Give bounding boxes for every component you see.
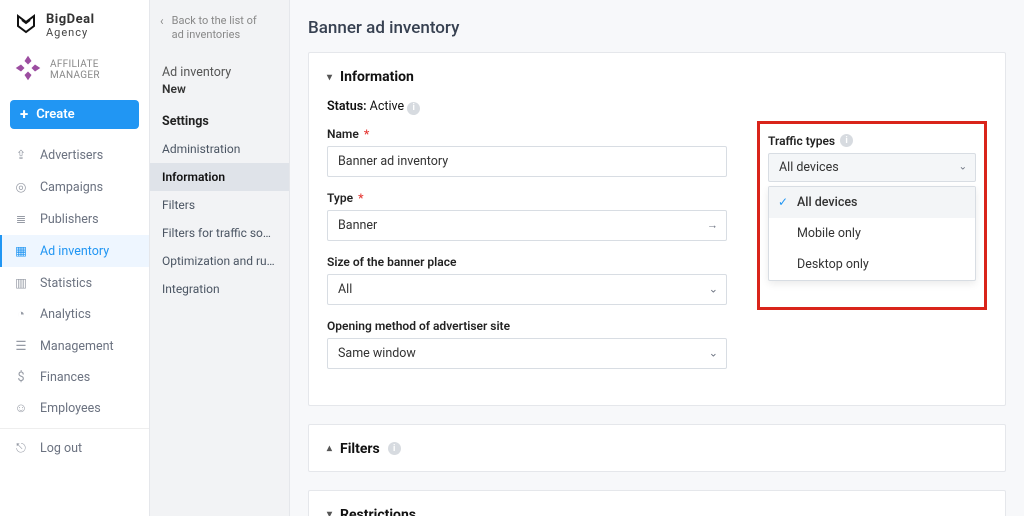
create-label: Create (36, 107, 74, 122)
required-icon: * (364, 127, 369, 141)
nav-statistics[interactable]: ▥Statistics (0, 267, 149, 299)
restrictions-card: ▾ Restrictions Do not rotate native prom… (308, 490, 1006, 516)
page-title: Banner ad inventory (308, 12, 1006, 52)
brand-line2: Agency (46, 27, 95, 39)
traffic-label: Traffic types i (768, 134, 976, 148)
user-role: AFFILIATE MANAGER (50, 59, 135, 81)
brand-text: BigDeal Agency (46, 13, 95, 38)
mid-sub: New (162, 82, 277, 96)
mid-title: Ad inventory (162, 65, 277, 80)
nav-logout[interactable]: ⎋Log out (0, 433, 149, 464)
nav-analytics[interactable]: ◔Analytics (0, 299, 149, 330)
status-row: Status: Active i (327, 99, 987, 115)
type-select[interactable]: Banner (327, 210, 727, 241)
collapse-icon: ▾ (327, 72, 332, 83)
required-icon: * (358, 191, 363, 205)
mid-section-title: Settings (150, 98, 289, 135)
info-icon[interactable]: i (840, 134, 853, 147)
status-value: Active (370, 99, 404, 114)
settings-filters[interactable]: Filters (150, 191, 289, 219)
nav-management[interactable]: ☰Management (0, 330, 149, 362)
back-link[interactable]: ‹ Back to the list ofad inventories (150, 6, 289, 57)
size-select[interactable]: All (327, 274, 727, 305)
sidebar-left: BigDeal Agency AFFILIATE MANAGER + Creat… (0, 0, 150, 516)
nav-finances[interactable]: $Finances (0, 362, 149, 393)
settings-integration[interactable]: Integration (150, 275, 289, 303)
pie-icon: ◔ (14, 307, 28, 322)
target-icon: ◎ (14, 179, 28, 195)
brand: BigDeal Agency (0, 0, 149, 50)
settings-administration[interactable]: Administration (150, 135, 289, 163)
bars-icon: ▥ (14, 275, 28, 291)
right-fields: Traffic types i All devices ⌄ ✓ All devi… (757, 127, 987, 310)
people-icon: ☺ (14, 401, 28, 416)
plus-icon: + (20, 107, 28, 122)
chevron-left-icon: ‹ (160, 14, 164, 43)
layers-icon: ≣ (14, 211, 28, 227)
nav-advertisers[interactable]: ⇪Advertisers (0, 139, 149, 171)
field-type: Type * Banner → (327, 191, 727, 241)
primary-nav: ⇪Advertisers ◎Campaigns ≣Publishers ▦Ad … (0, 139, 149, 464)
left-fields: Name * Type * Banner → (327, 127, 727, 383)
field-size: Size of the banner place All ⌄ (327, 255, 727, 305)
field-name: Name * (327, 127, 727, 177)
name-input[interactable] (327, 146, 727, 177)
settings-optimization[interactable]: Optimization and rules (150, 247, 289, 275)
collapse-icon: ▸ (324, 446, 335, 451)
nav-campaigns[interactable]: ◎Campaigns (0, 171, 149, 203)
information-heading[interactable]: ▾ Information (327, 69, 987, 85)
mid-heading: Ad inventory New (150, 57, 289, 98)
settings-information[interactable]: Information (150, 163, 289, 191)
restrictions-heading[interactable]: ▾ Restrictions (327, 507, 987, 516)
chevron-down-icon: ⌄ (959, 162, 967, 173)
upload-icon: ⇪ (14, 147, 28, 163)
nav-employees[interactable]: ☺Employees (0, 393, 149, 424)
nav-divider (0, 428, 149, 429)
grid-icon: ▦ (14, 243, 28, 259)
settings-nav: Administration Information Filters Filte… (150, 135, 289, 303)
field-opening: Opening method of advertiser site Same w… (327, 319, 727, 369)
traffic-option-mobile[interactable]: Mobile only (769, 218, 975, 249)
settings-filters-traffic[interactable]: Filters for traffic sour... (150, 219, 289, 247)
filters-card: ▸ Filters i (308, 424, 1006, 472)
opening-select[interactable]: Same window (327, 338, 727, 369)
brand-line1: BigDeal (46, 13, 95, 27)
traffic-dropdown: ✓ All devices Mobile only Desktop only (768, 186, 976, 281)
user-row: AFFILIATE MANAGER (0, 50, 149, 96)
brand-logo-icon (14, 12, 38, 40)
avatar-icon (14, 54, 42, 86)
nav-publishers[interactable]: ≣Publishers (0, 203, 149, 235)
traffic-select[interactable]: All devices ⌄ (768, 153, 976, 182)
filters-heading[interactable]: ▸ Filters i (327, 441, 987, 457)
traffic-option-desktop[interactable]: Desktop only (769, 249, 975, 280)
traffic-option-all[interactable]: ✓ All devices (769, 187, 975, 218)
settings-column: ‹ Back to the list ofad inventories Ad i… (150, 0, 290, 516)
check-icon: ✓ (778, 195, 788, 209)
collapse-icon: ▾ (327, 509, 332, 516)
information-card: ▾ Information Status: Active i Name * (308, 52, 1006, 406)
main: Banner ad inventory ▾ Information Status… (290, 0, 1024, 516)
dollar-icon: $ (14, 370, 28, 385)
create-button[interactable]: + Create (10, 100, 139, 129)
info-icon[interactable]: i (407, 102, 420, 115)
exit-icon: ⎋ (14, 441, 28, 456)
traffic-types-highlight: Traffic types i All devices ⌄ ✓ All devi… (757, 121, 987, 310)
list-icon: ☰ (14, 338, 28, 354)
status-label: Status: (327, 99, 367, 114)
info-icon[interactable]: i (388, 442, 401, 455)
nav-ad-inventory[interactable]: ▦Ad inventory (0, 235, 149, 267)
